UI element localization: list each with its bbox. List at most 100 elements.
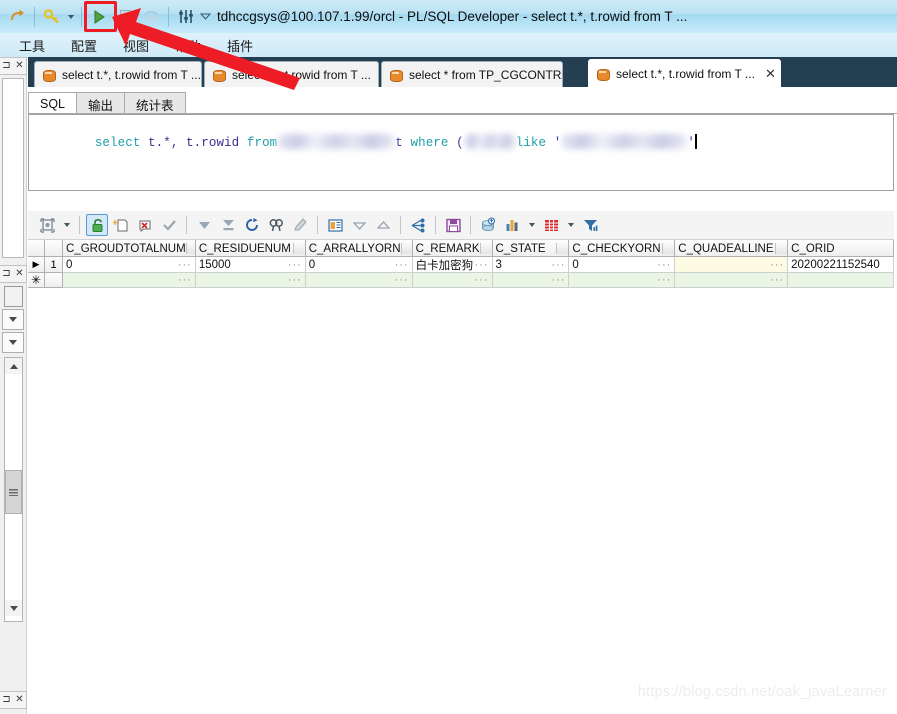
new-cell-0[interactable]: ··· [63,273,196,288]
cell-c-remark[interactable]: 白卡加密狗 ··· [412,257,493,273]
table-row[interactable]: ▶ 1 0 ··· 15000 ··· 0 ··· 白卡加密狗 ··· 3 ··· [28,257,895,273]
cell-ellipsis-4[interactable]: ··· [551,259,568,271]
pin-icon[interactable]: ⊐ [2,61,10,71]
new-cell-ellipsis-4[interactable]: ··· [551,274,568,286]
execute-icon[interactable] [86,4,112,30]
column-header-c-residuenum[interactable]: C_RESIDUENUM [195,240,306,257]
new-cell-ellipsis-0[interactable]: ··· [178,274,195,286]
new-cell-ellipsis-1[interactable]: ··· [288,274,305,286]
result-data-grid[interactable]: C_GROUDTOTALNUM C_RESIDUENUM C_ARRALLYOR… [28,240,895,288]
cell-ellipsis-3[interactable]: ··· [475,259,492,271]
sql-editor[interactable]: select t.*, t.rowid from t where (like ' ' [28,114,894,191]
sort-descending-icon[interactable] [348,214,370,236]
grid-export-icon[interactable] [540,214,562,236]
record-select-icon[interactable] [36,214,58,236]
insert-record-icon[interactable] [110,214,132,236]
scroll-down-arrow[interactable] [5,600,22,616]
pin-icon-3[interactable]: ⊐ [2,695,10,705]
new-cell-5[interactable]: ··· [569,273,676,288]
commit-icon[interactable] [112,4,138,30]
close-icon[interactable]: ✕ [15,61,23,71]
panel-checkbox[interactable] [4,286,23,307]
sliders-icon[interactable] [173,4,199,30]
new-cell-ellipsis-2[interactable]: ··· [395,274,412,286]
new-cell-4[interactable]: ··· [492,273,570,288]
tab-sql[interactable]: SQL [28,92,78,114]
document-tab-2[interactable]: select t.*, t.rowid from T ... [204,61,379,87]
tab-output[interactable]: 输出 [76,92,126,114]
new-cell-ellipsis-6[interactable]: ··· [770,274,787,286]
column-header-c-quadealline[interactable]: C_QUADEALLINE [675,240,789,257]
new-cell-ellipsis-3[interactable]: ··· [475,274,492,286]
new-cell-3[interactable]: ··· [412,273,493,288]
grid-export-dropdown[interactable] [564,214,577,236]
next-page-icon[interactable] [193,214,215,236]
refresh-icon[interactable] [241,214,263,236]
panel-dropdown-2[interactable] [2,332,24,353]
new-record-row[interactable]: ✳ ··· ··· ··· ··· ··· ··· ··· [28,273,895,288]
cell-ellipsis-5[interactable]: ··· [657,259,674,271]
column-header-c-state[interactable]: C_STATE [492,240,570,257]
toolbar-overflow-arrow[interactable] [199,5,211,29]
close-icon-2[interactable]: ✕ [15,269,23,279]
lock-open-icon[interactable] [86,214,108,236]
menu-item-tools[interactable]: 工具 [6,34,58,57]
menu-item-view[interactable]: 视图 [110,34,162,57]
scroll-track-top[interactable] [5,374,22,470]
cell-c-orid[interactable]: 20200221152540 [788,257,895,273]
rollback-icon[interactable] [138,4,164,30]
record-select-dropdown[interactable] [60,214,73,236]
sql-statement-line[interactable]: select t.*, t.rowid from t where (like ' ' [29,115,893,164]
redo-icon[interactable] [4,4,30,30]
scroll-track-bottom[interactable] [5,514,22,600]
menu-item-config[interactable]: 配置 [58,34,110,57]
menu-item-help[interactable]: 帮助 [162,34,214,57]
cell-c-state[interactable]: 3 ··· [492,257,570,273]
column-header-c-groudtotalnum[interactable]: C_GROUDTOTALNUM [63,240,196,257]
query-data-icon[interactable] [477,214,499,236]
cell-c-arrallyorn[interactable]: 0 ··· [305,257,413,273]
menu-item-plugins[interactable]: 插件 [214,34,266,57]
clear-icon[interactable] [289,214,311,236]
export-links-icon[interactable] [407,214,429,236]
cell-c-residuenum[interactable]: 15000 ··· [195,257,306,273]
cell-c-groudtotalnum[interactable]: 0 ··· [63,257,196,273]
tab-close-icon[interactable]: ✕ [765,66,776,82]
cell-ellipsis-1[interactable]: ··· [288,259,305,271]
cell-c-checkyorn[interactable]: 0 ··· [569,257,676,273]
panel-dropdown-1[interactable] [2,309,24,330]
cell-ellipsis-2[interactable]: ··· [395,259,412,271]
cell-ellipsis-6[interactable]: ··· [770,259,787,271]
filter-icon[interactable] [579,214,601,236]
column-header-c-checkyorn[interactable]: C_CHECKYORN [569,240,676,257]
new-cell-2[interactable]: ··· [305,273,413,288]
cell-ellipsis-0[interactable]: ··· [178,259,195,271]
new-cell-7[interactable] [788,273,895,288]
cell-c-quadealline[interactable]: ··· [675,257,789,273]
pin-icon-2[interactable]: ⊐ [2,269,10,279]
tab-statistics[interactable]: 统计表 [124,92,186,114]
new-cell-6[interactable]: ··· [675,273,789,288]
single-record-view-icon[interactable] [324,214,346,236]
scroll-thumb[interactable] [5,470,22,514]
save-icon[interactable] [442,214,464,236]
vertical-scrollbar[interactable] [4,357,23,622]
last-page-icon[interactable] [217,214,239,236]
key-dropdown-arrow[interactable] [65,5,77,29]
new-cell-1[interactable]: ··· [195,273,306,288]
post-changes-icon[interactable] [158,214,180,236]
document-tab-3[interactable]: select * from TP_CGCONTRAC ... [381,61,563,87]
key-icon[interactable] [39,4,65,30]
chart-icon[interactable] [501,214,523,236]
column-header-c-arrallyorn[interactable]: C_ARRALLYORN [305,240,413,257]
find-icon[interactable] [265,214,287,236]
chart-dropdown[interactable] [525,214,538,236]
sort-ascending-icon[interactable] [372,214,394,236]
column-header-c-orid[interactable]: C_ORID [788,240,895,257]
column-header-c-remark[interactable]: C_REMARK [412,240,493,257]
scroll-up-arrow[interactable] [5,358,22,374]
document-tab-1[interactable]: select t.*, t.rowid from T ... [34,61,202,87]
delete-record-icon[interactable] [134,214,156,236]
new-cell-ellipsis-5[interactable]: ··· [657,274,674,286]
close-icon-3[interactable]: ✕ [15,695,23,705]
